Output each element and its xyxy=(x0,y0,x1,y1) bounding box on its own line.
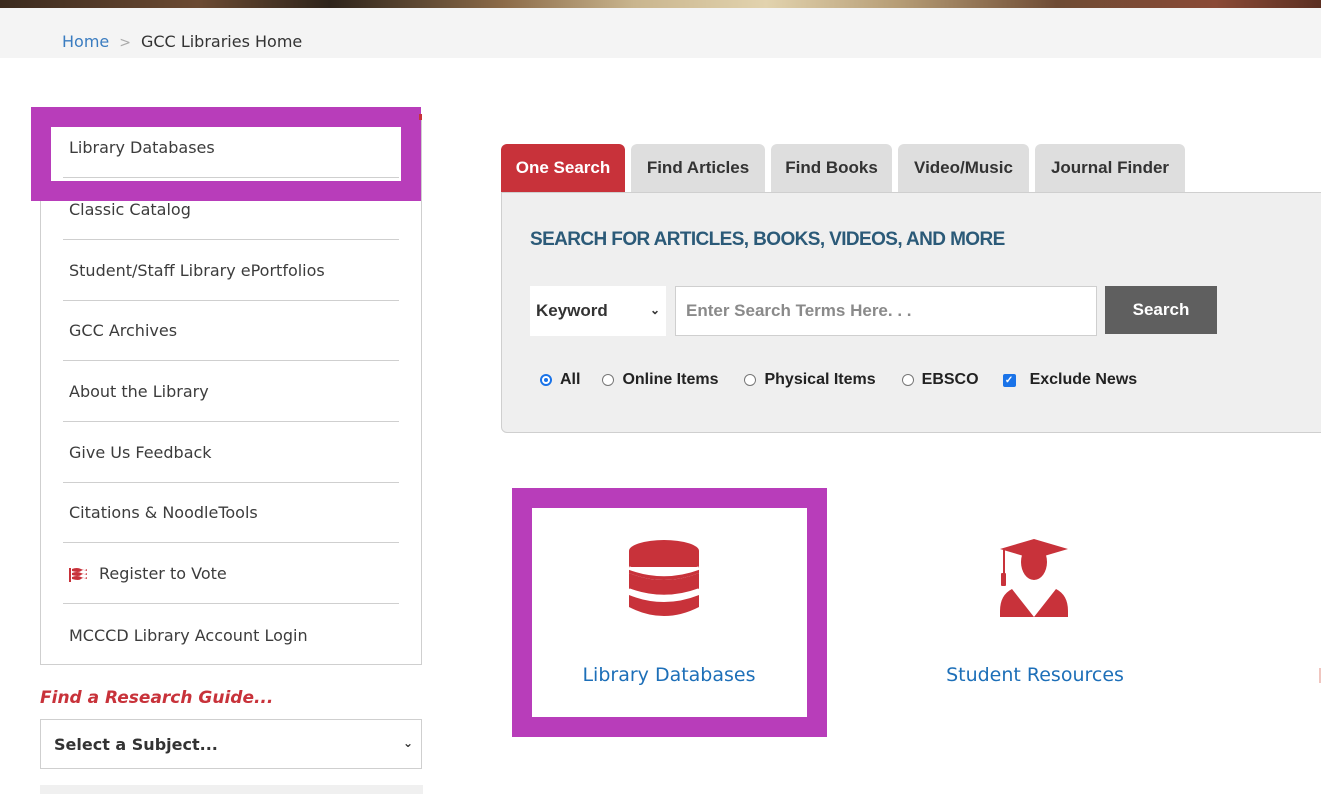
option-physical-items[interactable]: Physical Items xyxy=(744,371,876,389)
breadcrumb-separator: > xyxy=(119,35,131,51)
card-label: Library Databases xyxy=(582,664,756,686)
search-heading: SEARCH FOR ARTICLES, BOOKS, VIDEOS, AND … xyxy=(530,229,1005,250)
tab-find-articles[interactable]: Find Articles xyxy=(631,144,765,192)
card-label: Student Resources xyxy=(946,664,1124,686)
tab-one-search[interactable]: One Search xyxy=(501,144,625,192)
card-library-databases[interactable]: Library Databases xyxy=(532,508,806,716)
sidebar-item-label: GCC Archives xyxy=(69,321,178,340)
chevron-down-icon: ⌄ xyxy=(649,303,660,317)
sidebar-item-eportfolios[interactable]: Student/Staff Library ePortfolios xyxy=(63,241,399,301)
search-field-select[interactable]: Keyword ⌄ xyxy=(530,286,666,336)
radio-online-items[interactable] xyxy=(602,374,615,386)
research-guide-heading: Find a Research Guide... xyxy=(40,688,274,708)
tab-video-music[interactable]: Video/Music xyxy=(898,144,1029,192)
option-all[interactable]: All xyxy=(540,371,580,389)
sidebar-item-label: Citations & NoodleTools xyxy=(69,503,258,522)
sidebar-item-label: Student/Staff Library ePortfolios xyxy=(69,261,325,280)
radio-physical-items[interactable] xyxy=(744,374,757,386)
graduate-icon xyxy=(1000,539,1068,617)
radio-ebsco[interactable] xyxy=(901,374,914,386)
chevron-down-icon: ⌄ xyxy=(402,736,413,750)
sidebar-next-block xyxy=(40,785,423,794)
search-button[interactable]: Search xyxy=(1105,286,1217,334)
sidebar-nav: Library Databases Classic Catalog Studen… xyxy=(40,116,422,665)
sidebar-item-register-to-vote[interactable]: Register to Vote xyxy=(63,544,399,604)
option-exclude-news[interactable]: ✓ Exclude News xyxy=(1002,371,1138,389)
sidebar-item-classic-catalog[interactable]: Classic Catalog xyxy=(63,180,399,240)
database-icon xyxy=(628,540,700,616)
checkbox-exclude-news[interactable]: ✓ xyxy=(1002,373,1016,387)
breadcrumb-home-link[interactable]: Home xyxy=(62,32,109,51)
sidebar-item-citations[interactable]: Citations & NoodleTools xyxy=(63,483,399,543)
subject-select[interactable]: Select a Subject... ⌄ xyxy=(40,719,422,769)
option-label: Exclude News xyxy=(1029,371,1138,388)
sidebar-item-label: Classic Catalog xyxy=(69,200,191,219)
option-ebsco[interactable]: EBSCO xyxy=(901,371,979,389)
search-scope-options: All Online Items Physical Items EBSCO ✓ E… xyxy=(540,371,1137,389)
radio-all[interactable] xyxy=(540,374,552,386)
option-label: All xyxy=(560,371,581,388)
breadcrumb-bar: Home > GCC Libraries Home xyxy=(0,8,1321,58)
sidebar-item-label: Give Us Feedback xyxy=(69,443,212,462)
tab-find-books[interactable]: Find Books xyxy=(771,144,892,192)
subject-select-value: Select a Subject... xyxy=(54,734,218,754)
search-panel: SEARCH FOR ARTICLES, BOOKS, VIDEOS, AND … xyxy=(501,192,1321,433)
sidebar-item-library-databases[interactable]: Library Databases xyxy=(63,118,399,178)
sidebar-item-label: MCCCD Library Account Login xyxy=(69,625,308,645)
option-label: Online Items xyxy=(622,371,719,388)
hero-image-strip xyxy=(0,0,1321,8)
sidebar-item-account-login[interactable]: MCCCD Library Account Login xyxy=(63,605,399,665)
sidebar-item-feedback[interactable]: Give Us Feedback xyxy=(63,423,399,483)
sidebar-item-label: About the Library xyxy=(69,382,209,401)
sidebar-item-gcc-archives[interactable]: GCC Archives xyxy=(63,301,399,361)
tab-journal-finder[interactable]: Journal Finder xyxy=(1035,144,1185,192)
option-label: EBSCO xyxy=(921,371,979,388)
search-input[interactable] xyxy=(675,286,1097,336)
sidebar-item-about-library[interactable]: About the Library xyxy=(63,362,399,422)
sidebar-item-label: Library Databases xyxy=(69,138,215,157)
breadcrumb: Home > GCC Libraries Home xyxy=(62,32,302,51)
accent-mark xyxy=(419,114,422,120)
breadcrumb-current: GCC Libraries Home xyxy=(140,32,303,51)
card-student-resources[interactable]: Student Resources xyxy=(898,508,1172,716)
option-label: Physical Items xyxy=(764,371,876,388)
option-online-items[interactable]: Online Items xyxy=(602,371,718,389)
search-field-value: Keyword xyxy=(536,301,608,320)
sidebar-item-label: Register to Vote xyxy=(99,564,227,583)
flag-icon xyxy=(69,567,87,582)
